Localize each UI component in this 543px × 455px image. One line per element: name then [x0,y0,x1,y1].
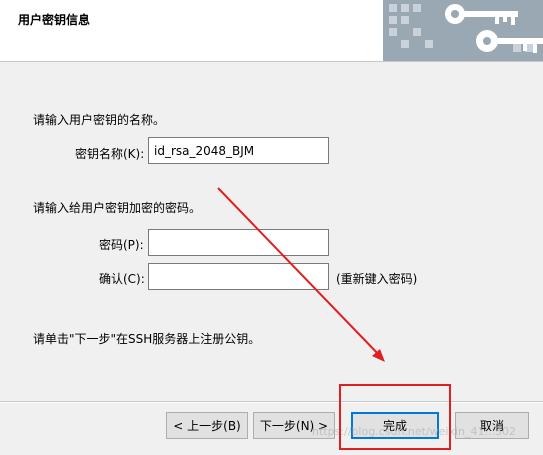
password-input[interactable] [148,229,329,256]
footer-divider-highlight [0,402,543,403]
page-title: 用户密钥信息 [18,13,91,27]
confirm-label: 确认(C): [99,272,145,286]
key-name-label: 密钥名称(K): [75,147,145,161]
passphrase-prompt: 请输入给用户密钥加密的密码。 [33,201,202,215]
key-name-input[interactable] [148,137,329,164]
annotation-arrow-icon [217,187,385,362]
annotation-highlight-box [339,384,451,450]
back-button[interactable]: < 上一步(B) [166,412,248,439]
password-label: 密码(P): [99,238,144,252]
next-step-hint: 请单击"下一步"在SSH服务器上注册公钥。 [33,332,261,346]
confirm-input[interactable] [148,263,329,290]
wizard-header: 用户密钥信息 [0,0,543,62]
confirm-hint: (重新键入密码) [336,272,418,286]
keys-banner-icon [383,0,543,61]
key-name-prompt: 请输入用户密钥的名称。 [33,113,166,127]
